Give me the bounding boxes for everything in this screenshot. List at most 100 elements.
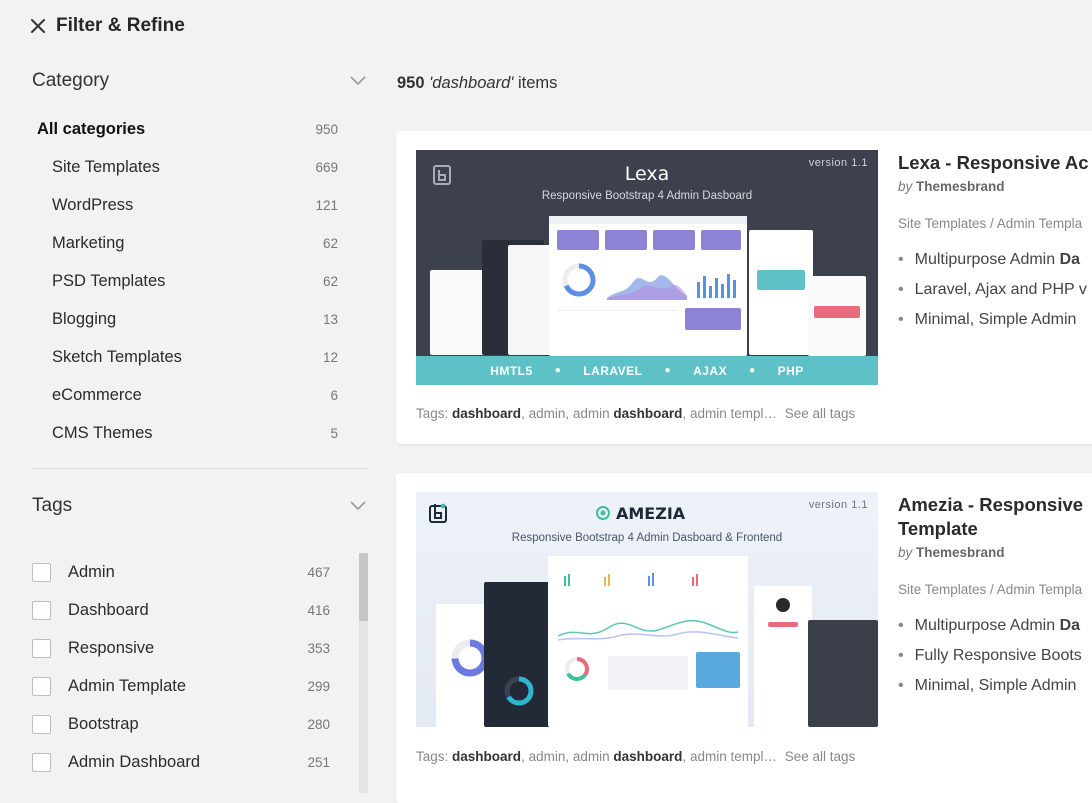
category-item-marketing[interactable]: Marketing 62	[32, 224, 368, 262]
item-thumbnail[interactable]: Lexa version 1.1 Responsive Bootstrap 4 …	[416, 150, 878, 385]
category-count: 6	[330, 387, 338, 403]
feature-item: Multipurpose Admin Da	[898, 251, 1092, 281]
results-suffix: items	[518, 74, 558, 92]
feature-item: Minimal, Simple Admin	[898, 677, 1092, 707]
tech-laravel: LARAVEL	[583, 363, 643, 378]
mockup-teal-card	[757, 270, 805, 290]
tag-count: 280	[307, 716, 330, 732]
tag-link[interactable]: admin dashboard	[573, 406, 683, 421]
tag-link[interactable]: admin dashboard	[573, 749, 683, 764]
tag-count: 299	[307, 678, 330, 694]
sidebar-divider	[32, 468, 368, 469]
item-title[interactable]: Lexa - Responsive Ac	[898, 151, 1092, 175]
bullet-icon: ●	[664, 365, 672, 376]
mockup-button	[768, 622, 798, 627]
feature-item: Minimal, Simple Admin	[898, 311, 1092, 341]
mockup-header-bar	[549, 216, 747, 224]
tag-count: 467	[307, 564, 330, 580]
tag-checkbox[interactable]	[32, 676, 51, 696]
tag-item-admin-template[interactable]: Admin Template 299	[32, 667, 368, 705]
bullet-icon: ●	[749, 365, 756, 376]
brand-logo-icon	[596, 506, 610, 520]
tag-link[interactable]: dashboard	[452, 749, 521, 764]
results-number: 950	[397, 74, 425, 92]
tag-link[interactable]: dashboard	[452, 406, 521, 421]
category-item-psd-templates[interactable]: PSD Templates 62	[32, 262, 368, 300]
feature-item: Fully Responsive Boots	[898, 647, 1092, 677]
feature-text: Minimal, Simple Admin	[914, 677, 1077, 694]
tag-count: 251	[307, 754, 330, 770]
see-all-tags-link[interactable]: See all tags	[785, 749, 856, 764]
mockup-right-small	[808, 276, 866, 356]
thumbnail-version: version 1.1	[808, 499, 868, 511]
mockup-donut-chart	[504, 676, 534, 706]
feature-text: Multipurpose Admin	[914, 617, 1060, 634]
tag-label: Admin	[68, 562, 115, 581]
category-count: 950	[315, 121, 338, 137]
tag-list-scrollbar-thumb[interactable]	[359, 553, 368, 621]
category-item-ecommerce[interactable]: eCommerce 6	[32, 376, 368, 414]
category-count: 5	[330, 425, 338, 441]
tag-link[interactable]: admin templ…	[690, 406, 777, 421]
tag-checkbox[interactable]	[32, 638, 51, 658]
tags-heading: Tags	[32, 495, 73, 516]
see-all-tags-link[interactable]: See all tags	[785, 406, 856, 421]
tag-checkbox[interactable]	[32, 562, 51, 582]
author-prefix: by	[898, 545, 913, 560]
tag-link[interactable]: admin templ…	[690, 749, 777, 764]
mockup-right-profile	[754, 586, 812, 727]
close-icon[interactable]	[30, 18, 46, 34]
author-link[interactable]: Themesbrand	[916, 179, 1005, 194]
feature-text: Laravel, Ajax and PHP v	[914, 281, 1087, 298]
item-title[interactable]: Amezia - Responsive	[898, 493, 1092, 517]
tag-checkbox[interactable]	[32, 752, 51, 772]
tech-php: PHP	[777, 363, 804, 378]
tags-section: Tags Admin 467 Dashboard 416 Responsive …	[32, 485, 368, 793]
tag-item-dashboard[interactable]: Dashboard 416	[32, 591, 368, 629]
thumbnail-subtitle: Responsive Bootstrap 4 Admin Dasboard & …	[511, 532, 783, 544]
mockup-stat-card	[557, 230, 599, 250]
tag-count: 353	[307, 640, 330, 656]
mockup-table	[557, 310, 677, 350]
tags-section-header[interactable]: Tags	[32, 485, 368, 527]
author-link[interactable]: Themesbrand	[916, 545, 1005, 560]
bullet-icon: ●	[554, 365, 562, 376]
item-info: Amezia - Responsive Template by Themesbr…	[898, 493, 1092, 707]
chevron-down-icon[interactable]	[350, 76, 366, 86]
tag-item-responsive[interactable]: Responsive 353	[32, 629, 368, 667]
logo-icon	[429, 503, 447, 523]
item-breadcrumb[interactable]: Site Templates / Admin Templa	[898, 582, 1092, 597]
results-query: 'dashboard'	[429, 74, 514, 92]
tag-link[interactable]: admin	[529, 406, 566, 421]
item-thumbnail[interactable]: AMEZIA version 1.1 Responsive Bootstrap …	[416, 492, 878, 727]
item-breadcrumb[interactable]: Site Templates / Admin Templa	[898, 216, 1092, 231]
tech-stack-banner: HMTL5 ● LARAVEL ● AJAX ● PHP	[416, 356, 878, 385]
tag-link-text: admin	[572, 749, 614, 764]
category-item-sketch-templates[interactable]: Sketch Templates 12	[32, 338, 368, 376]
category-item-blogging[interactable]: Blogging 13	[32, 300, 368, 338]
item-title-line2[interactable]: Template	[898, 517, 1092, 541]
category-item-all[interactable]: All categories 950	[32, 110, 368, 148]
category-count: 121	[315, 197, 338, 213]
tag-link[interactable]: admin	[529, 749, 566, 764]
category-section-header[interactable]: Category	[32, 60, 368, 102]
category-item-wordpress[interactable]: WordPress 121	[32, 186, 368, 224]
category-label: Site Templates	[52, 157, 160, 176]
item-features: Multipurpose Admin Da Laravel, Ajax and …	[898, 251, 1092, 341]
mockup-stat-card	[701, 230, 741, 250]
mockup-center	[549, 216, 747, 356]
category-item-site-templates[interactable]: Site Templates 669	[32, 148, 368, 186]
category-item-cms-themes[interactable]: CMS Themes 5	[32, 414, 368, 452]
tag-item-bootstrap[interactable]: Bootstrap 280	[32, 705, 368, 743]
tag-item-admin[interactable]: Admin 467	[32, 553, 368, 591]
results-count: 950 'dashboard' items	[397, 74, 557, 93]
tag-checkbox[interactable]	[32, 714, 51, 734]
tag-checkbox[interactable]	[32, 600, 51, 620]
filter-header: Filter & Refine	[30, 14, 185, 38]
item-info: Lexa - Responsive Ac by Themesbrand Site…	[898, 151, 1092, 341]
filter-title: Filter & Refine	[56, 15, 185, 36]
category-count: 669	[315, 159, 338, 175]
chevron-down-icon[interactable]	[350, 501, 366, 511]
item-author: by Themesbrand	[898, 545, 1092, 560]
tag-item-admin-dashboard[interactable]: Admin Dashboard 251	[32, 743, 368, 781]
